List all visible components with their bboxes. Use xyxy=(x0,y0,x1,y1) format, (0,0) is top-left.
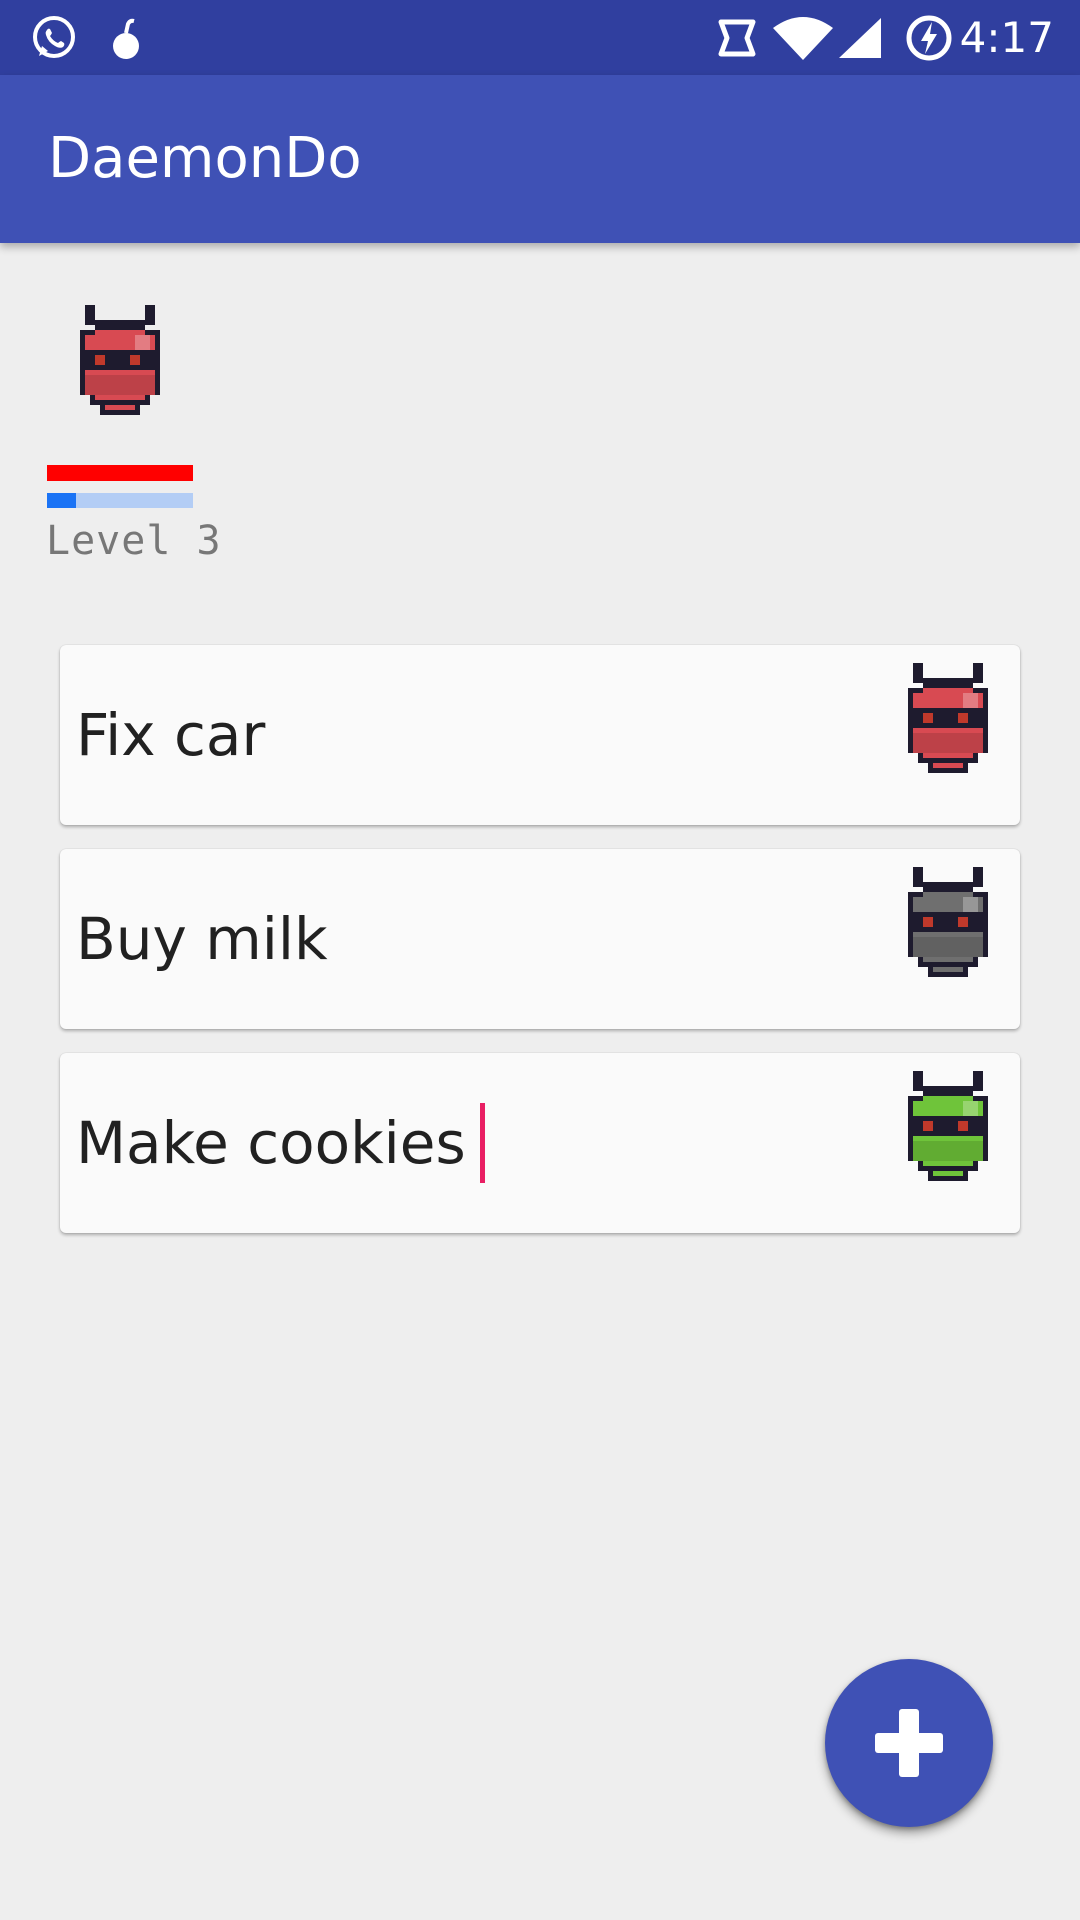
health-bar xyxy=(47,465,193,481)
task-daemon-icon xyxy=(898,663,998,778)
task-daemon-icon xyxy=(898,867,998,982)
battery-charging-icon xyxy=(904,0,954,75)
app-title: DaemonDo xyxy=(48,126,362,191)
experience-bar xyxy=(47,493,193,508)
nfc-icon xyxy=(712,0,762,75)
wifi-icon xyxy=(772,0,834,75)
task-text-input[interactable]: Make cookies xyxy=(76,1053,485,1233)
whatsapp-icon xyxy=(28,0,80,75)
plus-icon xyxy=(875,1709,943,1777)
player-daemon-sprite xyxy=(70,305,170,420)
cell-signal-icon xyxy=(836,0,884,75)
task-text[interactable]: Buy milk xyxy=(76,849,328,1029)
task-card[interactable]: Make cookies xyxy=(60,1053,1020,1233)
task-text[interactable]: Fix car xyxy=(76,645,265,825)
task-daemon-icon xyxy=(898,1071,998,1186)
status-bar: 4:17 xyxy=(0,0,1080,75)
task-card[interactable]: Buy milk xyxy=(60,849,1020,1029)
level-label: Level 3 xyxy=(46,518,222,564)
status-bar-clock: 4:17 xyxy=(959,13,1054,62)
task-card[interactable]: Fix car xyxy=(60,645,1020,825)
add-task-button[interactable] xyxy=(825,1659,993,1827)
experience-bar-fill xyxy=(47,493,77,508)
app-bar: DaemonDo xyxy=(0,75,1080,243)
text-cursor xyxy=(479,1102,485,1183)
bomb-notification-icon xyxy=(104,0,148,75)
